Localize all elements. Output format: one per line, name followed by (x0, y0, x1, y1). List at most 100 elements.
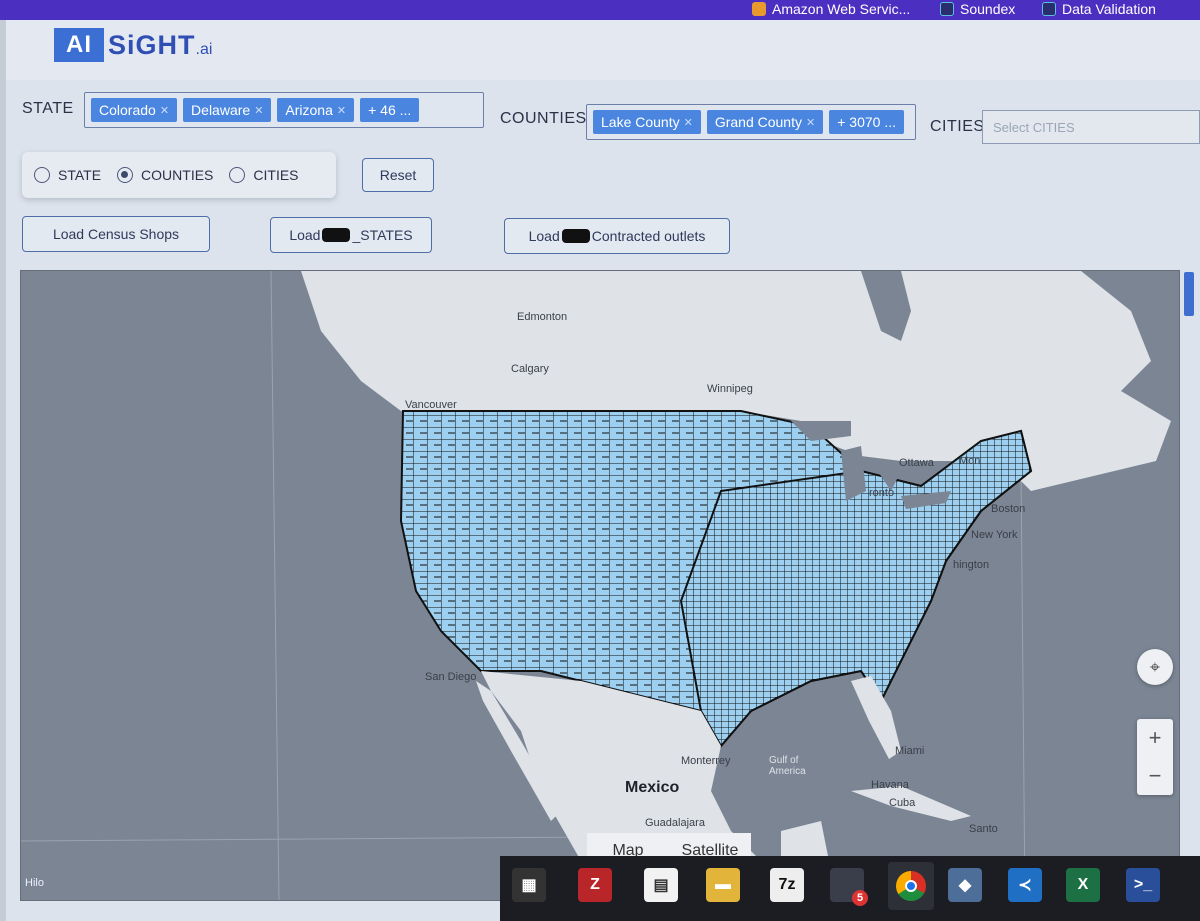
water-label: Gulf of America (769, 755, 806, 777)
chip-close-icon[interactable]: ✕ (684, 116, 693, 129)
aws-icon (752, 2, 766, 16)
counties-filter-label: COUNTIES (500, 110, 587, 127)
bookmark-bar: Amazon Web Servic... Soundex Data Valida… (0, 0, 1200, 20)
filezilla-icon[interactable]: Z (578, 868, 612, 902)
county-chip[interactable]: Lake County ✕ (593, 110, 701, 134)
chip-label: Arizona (285, 102, 333, 118)
county-more-chip[interactable]: + 3070 ... (829, 110, 904, 134)
florida (851, 676, 901, 759)
bookmark-soundex[interactable]: Soundex (940, 0, 1015, 18)
zoom-out-button[interactable]: − (1149, 757, 1162, 795)
radio-label: CITIES (253, 167, 299, 183)
radio-cities[interactable]: CITIES (229, 167, 299, 183)
cube-icon[interactable]: ◆ (948, 868, 982, 902)
bookmark-aws[interactable]: Amazon Web Servic... (752, 0, 910, 18)
city-label: Vancouver (405, 399, 457, 411)
country-label: Mexico (625, 779, 680, 796)
chip-label: Lake County (601, 114, 680, 130)
chrome-icon[interactable] (888, 862, 934, 910)
radio-label: STATE (58, 167, 102, 183)
chrome-logo (896, 871, 926, 901)
logo[interactable]: AI SiGHT .ai (54, 26, 212, 64)
city-label: Calgary (511, 363, 549, 375)
country-label: Cuba (889, 797, 916, 809)
city-label: Guadalajara (645, 817, 705, 829)
7zip-icon[interactable]: 7z (770, 868, 804, 902)
button-label: _STATES (352, 227, 413, 243)
city-label: Santo (969, 823, 998, 835)
logo-name: SiGHT (108, 29, 196, 60)
radio-button[interactable] (34, 167, 50, 183)
bookmark-data-validation[interactable]: Data Validation (1042, 0, 1156, 18)
folder-icon[interactable]: ▬ (706, 868, 740, 902)
radio-button[interactable] (229, 167, 246, 183)
radio-label: COUNTIES (141, 167, 214, 183)
bookmark-label: Amazon Web Servic... (772, 1, 911, 17)
zoom-in-button[interactable]: + (1149, 719, 1162, 757)
city-label: Edmonton (517, 311, 568, 323)
graticule-line (270, 271, 280, 900)
chip-close-icon[interactable]: ✕ (254, 104, 263, 117)
load-states-button[interactable]: Load _STATES (270, 217, 432, 253)
radio-state[interactable]: STATE (34, 167, 101, 183)
redacted-text (561, 229, 590, 243)
counties-multiselect[interactable]: Lake County ✕ Grand County ✕ + 3070 ... (586, 104, 916, 140)
reset-button[interactable]: Reset (362, 158, 434, 192)
vscode-icon[interactable]: ≺ (1008, 868, 1042, 902)
notepad-icon[interactable]: ▤ (644, 868, 678, 902)
county-chip[interactable]: Grand County ✕ (706, 110, 824, 134)
city-label: Boston (991, 503, 1026, 515)
cities-filter-label: CITIES (930, 118, 985, 135)
powershell-icon[interactable]: >_ (1126, 868, 1160, 902)
button-label: Contracted outlets (591, 228, 706, 244)
graticule-line (1020, 470, 1026, 900)
city-label: Miami (895, 745, 925, 757)
cities-select[interactable]: Select CITIES (982, 110, 1200, 144)
chip-close-icon[interactable]: ✕ (806, 116, 815, 129)
state-more-chip[interactable]: + 46 ... (360, 98, 420, 122)
graticule-line (21, 836, 602, 842)
excel-icon[interactable]: X (1066, 868, 1100, 902)
slack-icon[interactable]: 5 (830, 868, 868, 906)
city-label: San Diego (425, 671, 477, 683)
redacted-text (322, 228, 351, 242)
chip-close-icon[interactable]: ✕ (337, 104, 346, 117)
logo-mark: AI (54, 28, 104, 62)
bookmark-label: Soundex (960, 1, 1016, 17)
chip-label: Delaware (191, 102, 251, 118)
city-label: Havana (871, 779, 909, 791)
button-label: Load (528, 228, 560, 244)
react-icon (1042, 2, 1056, 16)
corner-label: Hilo (25, 877, 44, 889)
city-label: New York (971, 529, 1018, 541)
logo-suffix: .ai (195, 41, 213, 58)
city-label: ronto (869, 487, 895, 499)
os-taskbar: ▦ Z ▤ ▬ 7z 5 ◆ ≺ X >_ (500, 856, 1200, 921)
chip-label: Colorado (99, 102, 156, 118)
city-label: Monterrey (681, 755, 731, 767)
app-header: AI SiGHT .ai (6, 20, 1200, 80)
radio-counties[interactable]: COUNTIES (117, 167, 213, 183)
crosshair-icon: ⌖ (1149, 656, 1161, 677)
load-census-shops-button[interactable]: Load Census Shops (22, 216, 210, 252)
city-label: hington (953, 559, 990, 571)
city-label: Mon (959, 455, 981, 467)
map-canvas (21, 271, 1171, 900)
city-label: Winnipeg (707, 383, 753, 395)
load-contracted-outlets-button[interactable]: Load Contracted outlets (504, 218, 730, 254)
bookmark-label: Data Validation (1062, 1, 1156, 17)
mode-radio-group: STATE COUNTIES CITIES (22, 152, 336, 198)
map-view[interactable]: Edmonton Calgary Winnipeg Vancouver Otta… (20, 270, 1180, 901)
recenter-button[interactable]: ⌖ (1137, 649, 1173, 685)
state-chip[interactable]: Arizona ✕ (277, 98, 355, 122)
state-filter-label: STATE (22, 100, 74, 117)
scrollbar-thumb[interactable] (1184, 272, 1194, 316)
chip-close-icon[interactable]: ✕ (160, 104, 169, 117)
state-multiselect[interactable]: Colorado ✕ Delaware ✕ Arizona ✕ + 46 ... (84, 92, 484, 128)
chip-label: Grand County (714, 114, 802, 130)
radio-button-selected[interactable] (117, 167, 134, 183)
state-chip[interactable]: Colorado ✕ (91, 98, 178, 122)
notification-badge: 5 (852, 890, 868, 906)
state-chip[interactable]: Delaware ✕ (183, 98, 272, 122)
explorer-icon[interactable]: ▦ (512, 868, 546, 902)
